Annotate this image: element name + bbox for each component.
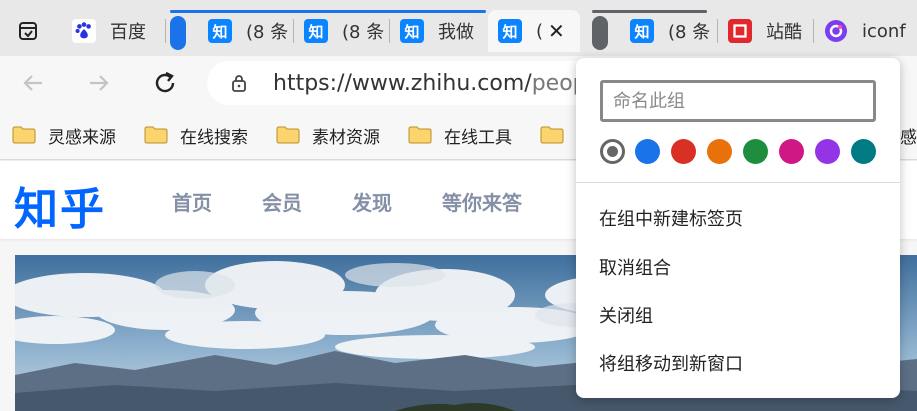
back-button[interactable]	[16, 66, 50, 100]
tab-title: iconf	[862, 20, 906, 42]
forward-button[interactable]	[82, 66, 116, 100]
folder-icon	[144, 126, 168, 144]
tab-title: (8 条	[246, 22, 289, 43]
zhihu-icon: 知	[630, 19, 654, 43]
new-tab-in-group-item[interactable]: 在组中新建标签页	[576, 196, 900, 240]
tab-zhihu-4[interactable]: 知 (8 条	[620, 10, 718, 52]
nav-home[interactable]: 首页	[172, 187, 212, 216]
bookmark-folder[interactable]	[540, 122, 564, 148]
tab-title: (8 条	[668, 22, 711, 43]
reload-button[interactable]	[148, 66, 182, 100]
tab-zhihu-active[interactable]: 知 ( ✕	[488, 10, 580, 52]
tab-zhihu-2[interactable]: 知 (8 条	[294, 10, 390, 52]
bookmark-label: 在线工具	[444, 127, 512, 148]
bookmark-folder[interactable]: 灵感来源	[12, 122, 116, 148]
folder-icon	[12, 126, 36, 144]
reload-icon	[155, 71, 175, 93]
tab-group-chip[interactable]	[170, 16, 186, 50]
arrow-right-icon	[90, 75, 109, 91]
arrow-left-icon	[23, 75, 42, 91]
color-swatch-green[interactable]	[743, 139, 768, 164]
color-swatch-grey-selected[interactable]	[600, 139, 625, 164]
tab-baidu[interactable]: 百度	[62, 10, 166, 52]
group-name-input[interactable]	[600, 80, 876, 122]
color-swatch-red[interactable]	[671, 139, 696, 164]
zhihu-icon: 知	[208, 19, 232, 43]
zhihu-icon: 知	[498, 19, 522, 43]
tab-separator	[165, 19, 166, 43]
iconfont-icon	[824, 19, 848, 43]
tab-group-chip-grey[interactable]	[592, 16, 608, 50]
tab-title: 百度	[110, 22, 146, 43]
folder-icon	[408, 126, 432, 144]
tab-zhihu-3[interactable]: 知 我做	[390, 10, 486, 52]
folder-icon	[540, 126, 564, 144]
folder-icon	[276, 126, 300, 144]
tab-title: (8 条	[342, 22, 385, 43]
color-swatch-cyan[interactable]	[851, 139, 876, 164]
zhihu-icon: 知	[304, 19, 328, 43]
address-bar[interactable]: https://www.zhihu.com/peop	[207, 61, 587, 105]
nav-answer[interactable]: 等你来答	[442, 187, 522, 216]
color-swatch-blue[interactable]	[635, 139, 660, 164]
bookmark-folder[interactable]: 素材资源	[276, 122, 380, 148]
nav-vip[interactable]: 会员	[262, 187, 302, 216]
nav-explore[interactable]: 发现	[352, 187, 392, 216]
tab-group-menu: 在组中新建标签页 取消组合 关闭组 将组移动到新窗口	[576, 58, 900, 398]
address-url: https://www.zhihu.com/peop	[273, 71, 587, 96]
tab-strip: 百度 知 (8 条 知 (8 条 知 我做 知 ( ✕ 知 (8 条 站酷 ic	[0, 0, 917, 56]
bookmark-folder[interactable]: 在线工具	[408, 122, 512, 148]
color-swatch-pink[interactable]	[779, 139, 804, 164]
tab-title: (	[536, 20, 544, 42]
tab-zhihu-1[interactable]: 知 (8 条	[198, 10, 294, 52]
bookmark-label: 灵感来源	[48, 127, 116, 148]
baidu-paw-icon	[72, 19, 96, 43]
close-tab-icon[interactable]: ✕	[548, 21, 568, 41]
bookmark-folder[interactable]: 在线搜索	[144, 122, 248, 148]
close-group-item[interactable]: 关闭组	[576, 293, 900, 337]
lock-icon[interactable]	[229, 73, 249, 93]
ungroup-item[interactable]: 取消组合	[576, 245, 900, 289]
bookmark-label: 在线搜索	[180, 127, 248, 148]
tab-zcool[interactable]: 站酷	[718, 10, 814, 52]
move-group-to-new-window-item[interactable]: 将组移动到新窗口	[576, 341, 900, 385]
tab-actions-icon	[19, 22, 37, 40]
tab-actions-button[interactable]	[8, 14, 48, 48]
bookmark-label: 感	[900, 127, 917, 148]
menu-divider	[576, 182, 900, 183]
bookmark-overflow[interactable]: 感	[900, 122, 917, 148]
bookmark-label: 素材资源	[312, 127, 380, 148]
zhihu-icon: 知	[400, 19, 424, 43]
tab-title: 我做	[438, 22, 474, 43]
zcool-icon	[728, 19, 752, 43]
color-swatch-purple[interactable]	[815, 139, 840, 164]
url-domain: https://www.zhihu.com/	[273, 70, 532, 96]
tab-iconfont[interactable]: iconf	[814, 10, 917, 52]
tab-title: 站酷	[766, 22, 802, 43]
site-logo[interactable]: 知乎	[14, 173, 106, 237]
color-swatch-orange[interactable]	[707, 139, 732, 164]
